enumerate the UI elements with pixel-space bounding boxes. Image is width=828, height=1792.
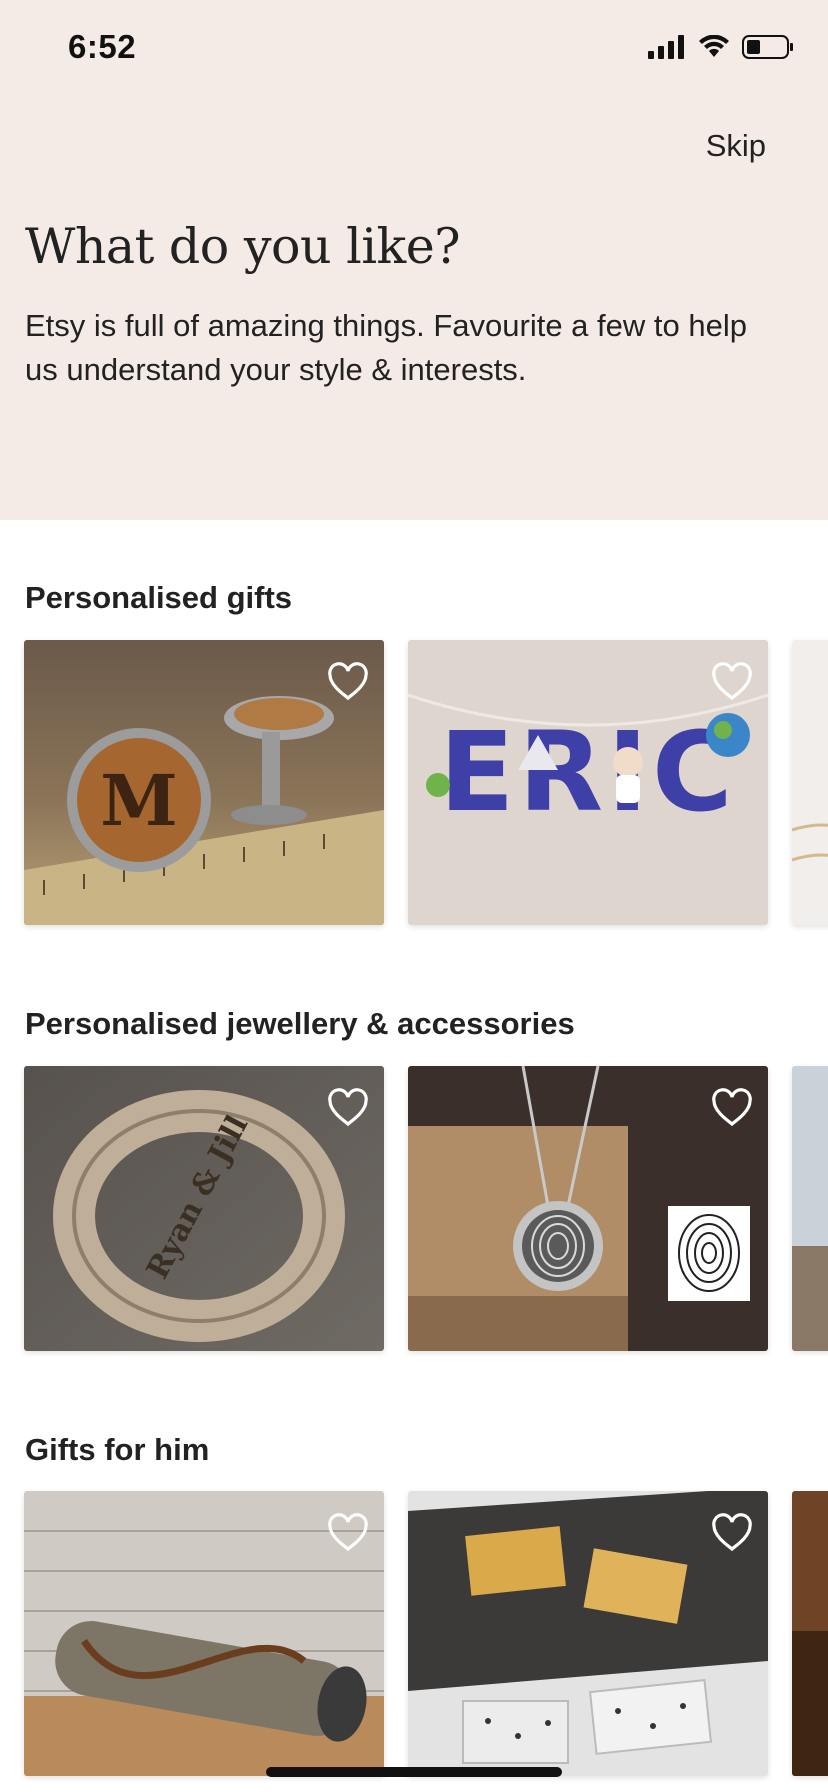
section-title: Gifts for him: [25, 1432, 210, 1467]
accessory-image: [792, 1066, 828, 1351]
wifi-icon: [699, 35, 729, 57]
product-card[interactable]: [792, 1491, 828, 1776]
favourite-heart-icon[interactable]: [326, 1513, 370, 1553]
battery-icon: [742, 35, 793, 59]
section-title: Personalised gifts: [25, 580, 293, 615]
jewellery-image: [792, 640, 828, 925]
signal-icon: [648, 35, 684, 59]
favourite-heart-icon[interactable]: [710, 1088, 754, 1128]
favourite-heart-icon[interactable]: [710, 1513, 754, 1553]
page-title: What do you like?: [25, 218, 460, 275]
product-card[interactable]: [792, 640, 828, 925]
status-time: 6:52: [68, 28, 137, 65]
product-card[interactable]: [408, 1491, 768, 1776]
gift-image: [792, 1491, 828, 1776]
product-card[interactable]: [792, 1066, 828, 1351]
onboarding-screen: 6:52 Skip What do you like? Etsy is full…: [0, 0, 828, 1792]
product-card[interactable]: [24, 1491, 384, 1776]
favourite-heart-icon[interactable]: [326, 662, 370, 702]
cufflink-engraving: M: [100, 759, 178, 842]
section-title: Personalised jewellery & accessories: [25, 1006, 575, 1041]
favourite-heart-icon[interactable]: [326, 1088, 370, 1128]
product-row: [24, 1491, 828, 1776]
product-card[interactable]: Ryan & Jill: [24, 1066, 384, 1351]
product-row: M ERIC: [24, 640, 828, 925]
banner-letters: ERIC: [439, 708, 737, 836]
product-card[interactable]: M: [24, 640, 384, 925]
favourite-heart-icon[interactable]: [710, 662, 754, 702]
product-card[interactable]: ERIC: [408, 640, 768, 925]
torn-edge-divider: [0, 488, 828, 498]
product-card[interactable]: [408, 1066, 768, 1351]
product-row: Ryan & Jill: [24, 1066, 828, 1351]
page-subtitle: Etsy is full of amazing things. Favourit…: [25, 308, 747, 387]
skip-button[interactable]: Skip: [706, 128, 766, 164]
status-icons: [648, 34, 794, 60]
home-indicator[interactable]: [266, 1767, 562, 1777]
